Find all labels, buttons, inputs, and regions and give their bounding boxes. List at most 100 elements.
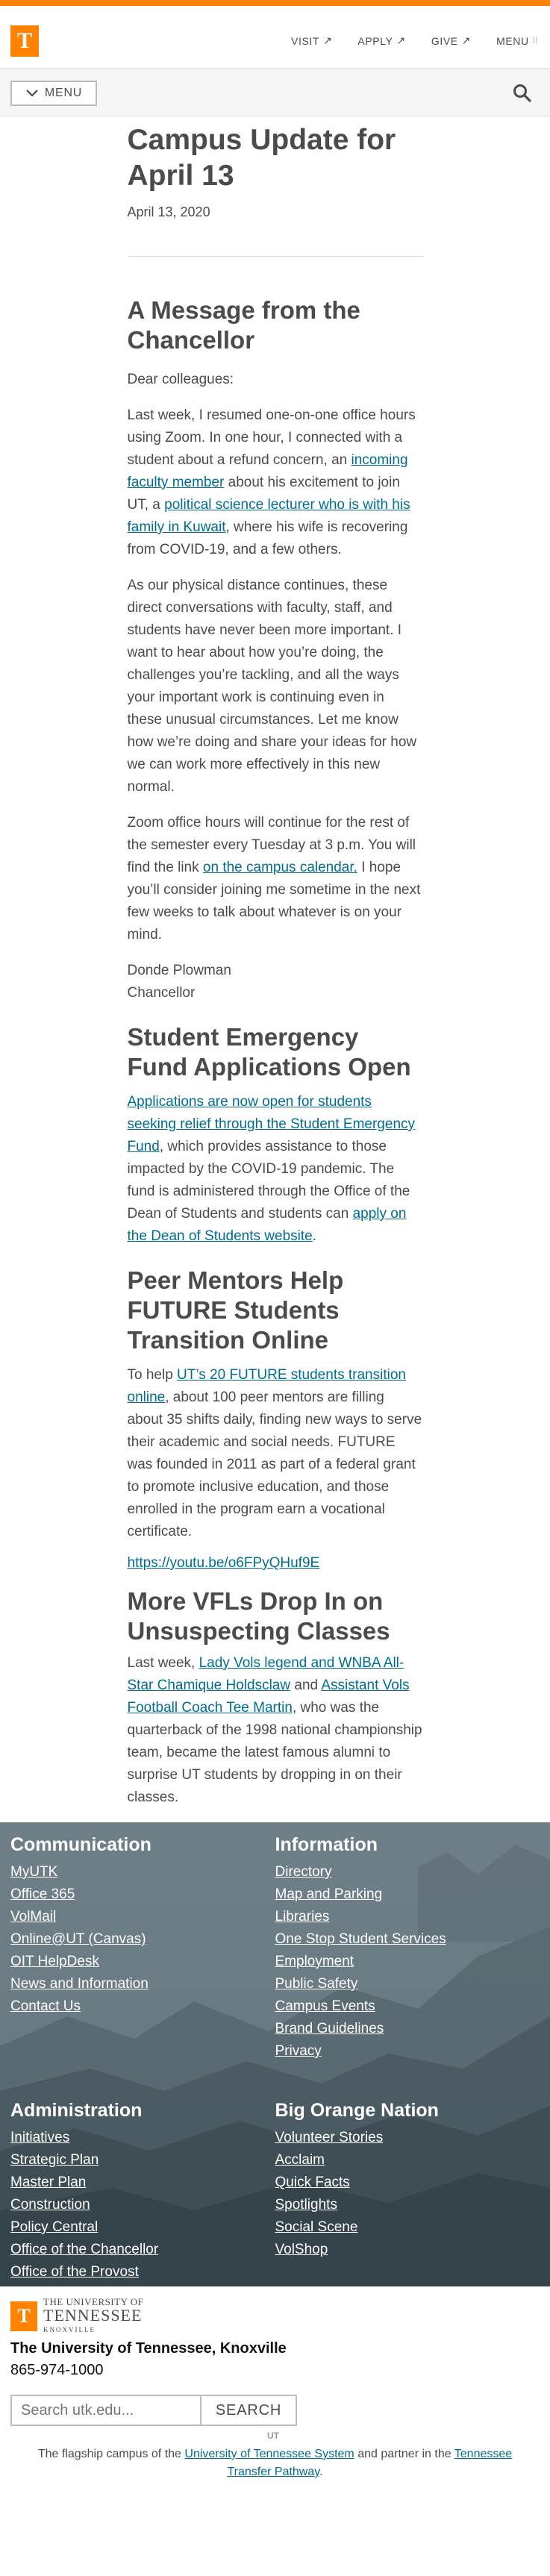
nav-menu[interactable]: MENU ⁞⁞ — [496, 34, 538, 47]
mentors-paragraph: To help UT’s 20 FUTURE students transiti… — [128, 1364, 423, 1543]
ut-logo[interactable]: T — [10, 25, 39, 57]
footer-search-input[interactable] — [10, 2395, 201, 2426]
menu-button[interactable]: MENU — [10, 81, 97, 106]
nav-give[interactable]: GIVE ↗ — [431, 34, 471, 47]
divider — [127, 256, 423, 257]
footer-link-office365[interactable]: Office 365 — [10, 1883, 275, 1906]
university-name: The University of Tennessee, Knoxville — [10, 2340, 287, 2357]
vfls-story: More VFLs Drop In on Unsuspecting Classe… — [128, 1586, 423, 1809]
nav-apply[interactable]: APPLY ↗ — [357, 34, 405, 47]
chancellor-heading: A Message from the Chancellor — [127, 296, 360, 354]
article: Campus Update for April 13 April 13, 202… — [127, 116, 423, 1809]
footer-link-employment[interactable]: Employment — [275, 1951, 540, 1973]
chevron-down-icon — [26, 90, 38, 97]
footer-link-brand[interactable]: Brand Guidelines — [275, 2018, 540, 2040]
peer-mentors-story: Peer Mentors Help FUTURE Students Transi… — [128, 1266, 423, 1575]
grid-menu-icon: ⁞⁞ — [532, 36, 538, 46]
footer-link-provost[interactable]: Office of the Provost — [10, 2261, 275, 2283]
footer-link-myutk[interactable]: MyUTK — [10, 1861, 275, 1883]
footer-link-events[interactable]: Campus Events — [275, 1995, 540, 2018]
footer-link-helpdesk[interactable]: OIT HelpDesk — [10, 1951, 275, 1973]
footer-big-orange: Big Orange Nation Volunteer Stories Accl… — [275, 2098, 540, 2283]
signature: Donde Plowman Chancellor — [128, 960, 423, 1004]
footer-link-policy[interactable]: Policy Central — [10, 2216, 275, 2239]
footer-information: Information Directory Map and Parking Li… — [275, 1833, 540, 2063]
footer-row-2: Administration Initiatives Strategic Pla… — [0, 2088, 550, 2283]
emergency-fund-story: Student Emergency Fund Applications Open… — [128, 1022, 423, 1248]
external-arrow-icon: ↗ — [461, 34, 472, 46]
footer-link-canvas[interactable]: Online@UT (Canvas) — [10, 1928, 275, 1951]
emergency-heading: Student Emergency Fund Applications Open — [127, 1023, 411, 1081]
footer-link-acclaim[interactable]: Acclaim — [275, 2149, 540, 2172]
chancellor-paragraph-3: Zoom office hours will continue for the … — [128, 812, 423, 946]
logo-mark: T — [10, 2301, 37, 2331]
footer-link-libraries[interactable]: Libraries — [275, 1906, 540, 1928]
vfls-heading: More VFLs Drop In on Unsuspecting Classe… — [127, 1587, 390, 1645]
footer-link-social[interactable]: Social Scene — [275, 2216, 540, 2239]
footer-heading: Administration — [10, 2100, 143, 2121]
menu-button-label: MENU — [44, 87, 83, 99]
footer-link-initiatives[interactable]: Initiatives — [10, 2127, 275, 2149]
footer-heading: Communication — [10, 1834, 151, 1855]
footer-link-privacy[interactable]: Privacy — [275, 2040, 540, 2063]
nav-visit-label: VISIT — [291, 34, 320, 47]
ut-knoxville-logo[interactable]: T THE UNIVERSITY OF TENNESSEE KNOXVILLE — [10, 2297, 540, 2335]
emergency-paragraph: Applications are now open for students s… — [128, 1091, 423, 1248]
footer-administration: Administration Initiatives Strategic Pla… — [10, 2098, 275, 2283]
site-footer: Communication MyUTK Office 365 VolMail O… — [0, 1822, 550, 2286]
text: and partner in the — [354, 2448, 454, 2460]
footer-link-volshop[interactable]: VolShop — [275, 2239, 540, 2261]
search-icon[interactable] — [513, 84, 532, 103]
footer-link-construction[interactable]: Construction — [10, 2194, 275, 2216]
footer-link-chancellor[interactable]: Office of the Chancellor — [10, 2239, 275, 2261]
ut-system-link[interactable]: University of Tennessee System — [184, 2448, 354, 2460]
footer-link-directory[interactable]: Directory — [275, 1861, 540, 1883]
footer-link-contact[interactable]: Contact Us — [10, 1995, 275, 2018]
nav-apply-label: APPLY — [357, 34, 393, 47]
chancellor-paragraph-1: Last week, I resumed one-on-one office h… — [128, 404, 423, 561]
section-bar: MENU — [0, 69, 550, 116]
nav-menu-label: MENU — [496, 34, 529, 47]
text: and — [290, 1678, 322, 1693]
text: The flagship campus of the — [37, 2448, 185, 2460]
footer-link-news[interactable]: News and Information — [10, 1973, 275, 1995]
flagship-statement: The flagship campus of the University of… — [10, 2442, 540, 2481]
signature-name: Donde Plowman — [127, 963, 231, 978]
text: . — [312, 1228, 316, 1244]
site-header: T VISIT ↗ APPLY ↗ GIVE ↗ MENU ⁞⁞ — [0, 6, 550, 69]
campus-calendar-link[interactable]: on the campus calendar. — [203, 860, 357, 875]
footer-link-map[interactable]: Map and Parking — [275, 1883, 540, 1906]
footer-link-volunteer[interactable]: Volunteer Stories — [275, 2127, 540, 2149]
vfls-paragraph: Last week, Lady Vols legend and WNBA All… — [128, 1652, 423, 1809]
nav-visit[interactable]: VISIT ↗ — [291, 34, 332, 47]
footer-link-spotlights[interactable]: Spotlights — [275, 2194, 540, 2216]
text: , who was the quarterback of the 1998 na… — [127, 1700, 422, 1805]
article-date: April 13, 2020 — [127, 204, 210, 219]
footer-search-form: SEARCH — [10, 2395, 540, 2426]
chancellor-message: A Message from the Chancellor Dear colle… — [128, 296, 423, 1004]
text: . — [319, 2466, 323, 2478]
text: , about 100 peer mentors are filling abo… — [127, 1389, 422, 1539]
footer-heading: Information — [275, 1834, 378, 1855]
page-title: Campus Update for April 13 — [127, 124, 396, 192]
top-nav: VISIT ↗ APPLY ↗ GIVE ↗ MENU ⁞⁞ — [291, 34, 538, 47]
footer-search-button[interactable]: SEARCH — [201, 2395, 297, 2426]
chancellor-paragraph-2: As our physical distance continues, thes… — [127, 578, 417, 795]
logo-letter: T — [16, 28, 32, 53]
signature-title: Chancellor — [127, 985, 196, 1001]
footer-link-strategic[interactable]: Strategic Plan — [10, 2149, 275, 2172]
footer-link-onestop[interactable]: One Stop Student Services — [275, 1928, 540, 1951]
logo-main-text: TENNESSEE — [43, 2306, 143, 2325]
university-phone: 865-974-1000 — [10, 2362, 104, 2378]
footer-link-master[interactable]: Master Plan — [10, 2172, 275, 2194]
top-accent-bar — [0, 0, 550, 6]
footer-heading: Big Orange Nation — [275, 2100, 439, 2121]
footer-row-1: Communication MyUTK Office 365 VolMail O… — [0, 1822, 550, 2063]
footer-link-volmail[interactable]: VolMail — [10, 1906, 275, 1928]
nav-give-label: GIVE — [431, 34, 458, 47]
footer-link-safety[interactable]: Public Safety — [275, 1973, 540, 1995]
ut-small-mark: UT — [267, 2430, 279, 2441]
footer-link-quickfacts[interactable]: Quick Facts — [275, 2172, 540, 2194]
youtube-link[interactable]: https://youtu.be/o6FPyQHuf9E — [128, 1552, 423, 1575]
external-arrow-icon: ↗ — [396, 34, 406, 46]
